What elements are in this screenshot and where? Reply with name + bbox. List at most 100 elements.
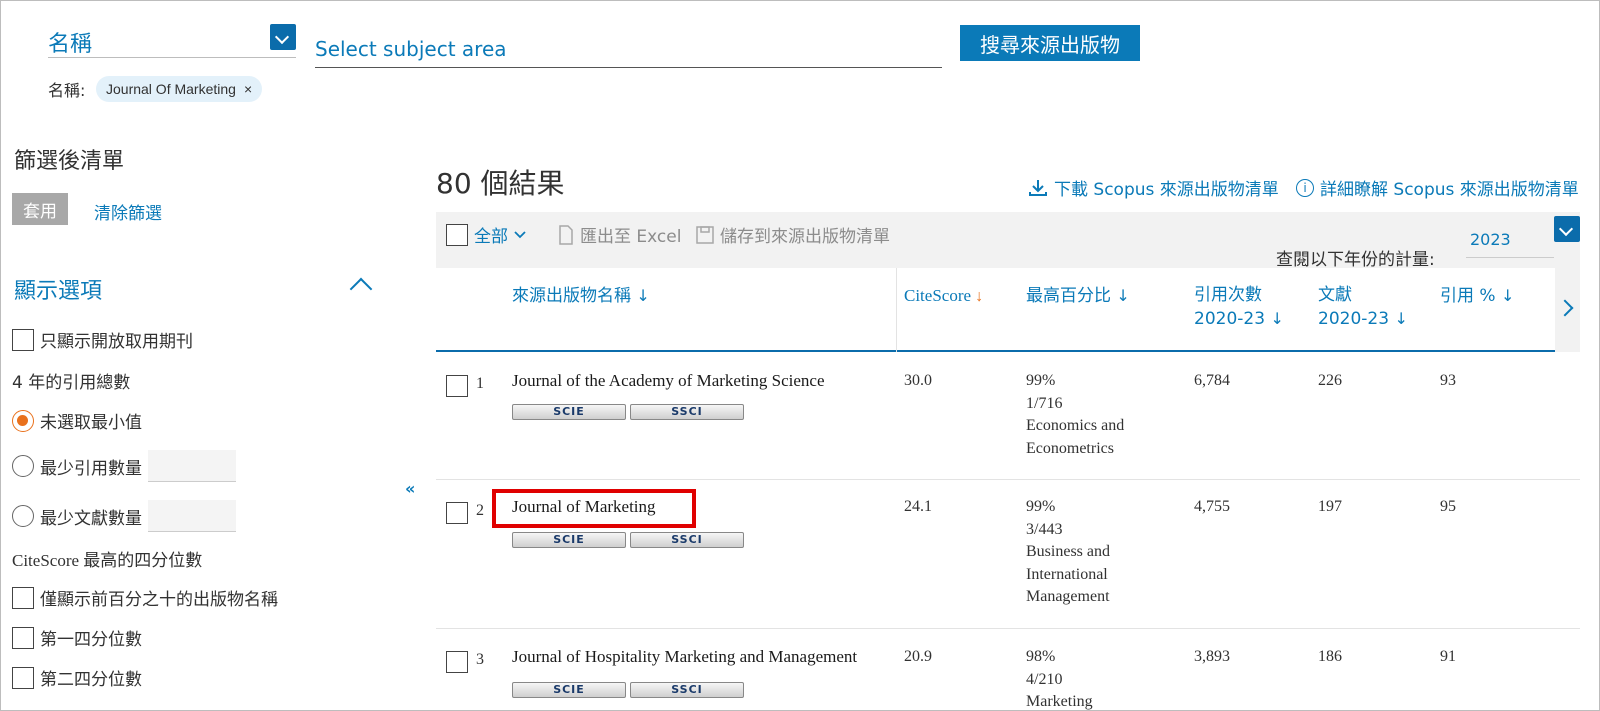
- category-line: International: [1026, 565, 1108, 583]
- citations-value: 4,755: [1194, 498, 1230, 515]
- search-sources-button[interactable]: 搜尋來源出版物: [960, 25, 1140, 61]
- citations-header: 引用次數: [1194, 285, 1262, 305]
- documents-value: 226: [1318, 372, 1342, 389]
- source-title-link[interactable]: Journal of the Academy of Marketing Scie…: [512, 370, 825, 393]
- chevron-down-icon[interactable]: [1554, 216, 1580, 242]
- select-all-control[interactable]: 全部: [446, 222, 526, 247]
- row-checkbox[interactable]: [446, 502, 468, 524]
- ssci-badge: SSCI: [630, 682, 744, 698]
- min-citations-option[interactable]: 最少引用數量: [12, 450, 236, 482]
- close-icon[interactable]: ×: [244, 81, 252, 97]
- q2-checkbox[interactable]: [12, 666, 34, 689]
- sort-documents[interactable]: 文獻 2020-23 ↓: [1318, 284, 1408, 331]
- table-row[interactable]: 3 Journal of Hospitality Marketing and M…: [436, 629, 1580, 711]
- clear-filters-link[interactable]: 清除篩選: [94, 199, 162, 224]
- min-documents-option[interactable]: 最少文獻數量: [12, 500, 236, 532]
- open-access-checkbox[interactable]: [12, 328, 34, 351]
- citations-value: 3,893: [1194, 648, 1230, 665]
- cited-percent-value: 93: [1440, 372, 1456, 389]
- table-row[interactable]: 1 Journal of the Academy of Marketing Sc…: [436, 352, 1580, 480]
- learn-more-link[interactable]: i 詳細瞭解 Scopus 來源出版物清單: [1296, 175, 1579, 200]
- category-line: Business and: [1026, 543, 1110, 560]
- filter-chip: Journal Of Marketing ×: [96, 76, 263, 102]
- citations-heading: 4 年的引用總數: [12, 373, 131, 393]
- citescore-value: 24.1: [904, 498, 932, 515]
- select-all-checkbox[interactable]: [446, 223, 468, 246]
- percentile-cell: 99% 1/716 Economics and Econometrics: [1026, 370, 1124, 460]
- top10-checkbox[interactable]: [12, 586, 34, 609]
- download-list-link[interactable]: 下載 Scopus 來源出版物清單: [1028, 175, 1279, 200]
- scie-badge: SCIE: [512, 682, 626, 698]
- row-checkbox[interactable]: [446, 375, 468, 397]
- save-icon: [696, 225, 714, 244]
- chevron-down-icon: [514, 230, 526, 238]
- save-list-label: 儲存到來源出版物清單: [720, 227, 890, 247]
- citescore-value: 20.9: [904, 648, 932, 665]
- sort-source-title[interactable]: 來源出版物名稱 ↓: [512, 284, 650, 308]
- q1-label: 第一四分位數: [40, 630, 142, 650]
- cited-percent-value: 95: [1440, 498, 1456, 515]
- rank-value: 4/210: [1026, 670, 1063, 688]
- open-access-label: 只顯示開放取用期刊: [40, 332, 193, 352]
- ssci-badge: SSCI: [630, 532, 744, 548]
- sort-arrow-icon: ↓: [975, 288, 984, 305]
- percentile-value: 99%: [1026, 372, 1056, 389]
- sort-citations[interactable]: 引用次數 2020-23 ↓: [1194, 284, 1284, 331]
- no-minimum-option[interactable]: 未選取最小值: [12, 408, 142, 433]
- apply-button[interactable]: 套用: [12, 193, 68, 225]
- sort-arrow-icon: ↓: [1116, 286, 1130, 305]
- category-line: Economics and: [1026, 417, 1125, 434]
- q2-option[interactable]: 第二四分位數: [12, 665, 142, 690]
- sort-cited-percent[interactable]: 引用 % ↓: [1440, 284, 1514, 308]
- sort-arrow-icon: ↓: [1394, 309, 1408, 328]
- export-excel-label: 匯出至 Excel: [580, 227, 682, 247]
- sort-arrow-icon: ↓: [1500, 286, 1515, 305]
- no-minimum-radio[interactable]: [12, 409, 34, 432]
- filter-list-title: 篩選後清單: [14, 149, 125, 174]
- year-label: 查閱以下年份的計量:: [1276, 250, 1435, 270]
- filter-chip-label: Journal Of Marketing: [106, 81, 236, 97]
- min-documents-input[interactable]: [148, 500, 236, 532]
- download-list-label: 下載 Scopus 來源出版物清單: [1054, 180, 1279, 200]
- documents-header: 文獻: [1318, 285, 1352, 305]
- min-citations-input[interactable]: [148, 450, 236, 482]
- category-line: Econometrics: [1026, 439, 1114, 457]
- source-title-header: 來源出版物名稱: [512, 286, 631, 306]
- field-select[interactable]: 名稱: [48, 22, 296, 58]
- sort-highest-percentile[interactable]: 最高百分比 ↓: [1026, 284, 1130, 308]
- documents-value: 186: [1318, 648, 1342, 665]
- ssci-badge: SSCI: [630, 404, 744, 420]
- source-title-link[interactable]: Journal of Hospitality Marketing and Man…: [512, 646, 857, 669]
- results-toolbar: 全部 匯出至 Excel 儲存到來源出版物清單 查閱以下年份的計量: 2023: [436, 212, 1580, 270]
- citations-value: 6,784: [1194, 372, 1230, 389]
- documents-value: 197: [1318, 498, 1342, 515]
- no-minimum-label: 未選取最小值: [40, 413, 142, 433]
- sort-arrow-icon: ↓: [636, 286, 650, 305]
- q2-label: 第二四分位數: [40, 670, 142, 690]
- open-access-option[interactable]: 只顯示開放取用期刊: [12, 327, 193, 352]
- sort-citescore[interactable]: CiteScore ↓: [904, 284, 983, 308]
- row-number: 1: [476, 375, 484, 392]
- file-icon: [559, 224, 573, 245]
- top10-option[interactable]: 僅顯示前百分之十的出版物名稱: [12, 585, 278, 610]
- save-list-button[interactable]: 儲存到來源出版物清單: [696, 222, 890, 247]
- row-number: 2: [476, 502, 484, 519]
- display-options-title[interactable]: 顯示選項: [14, 273, 102, 305]
- chevron-right-icon[interactable]: [1555, 268, 1580, 352]
- collapse-panel-icon[interactable]: «: [405, 479, 415, 498]
- percentile-value: 98%: [1026, 648, 1056, 665]
- chevron-down-icon[interactable]: [270, 24, 296, 50]
- rank-value: 3/443: [1026, 520, 1063, 538]
- cited-percent-header: 引用 %: [1440, 286, 1496, 306]
- min-citations-radio[interactable]: [12, 455, 34, 477]
- download-icon: [1029, 179, 1047, 196]
- q1-option[interactable]: 第一四分位數: [12, 625, 142, 650]
- q1-checkbox[interactable]: [12, 626, 34, 649]
- min-documents-radio[interactable]: [12, 505, 34, 527]
- rank-value: 1/716: [1026, 394, 1063, 412]
- subject-area-input[interactable]: [315, 30, 942, 68]
- export-excel-button[interactable]: 匯出至 Excel: [558, 222, 681, 247]
- category-line: Marketing: [1026, 693, 1093, 710]
- row-checkbox[interactable]: [446, 651, 468, 673]
- year-select[interactable]: 2023: [1466, 222, 1554, 258]
